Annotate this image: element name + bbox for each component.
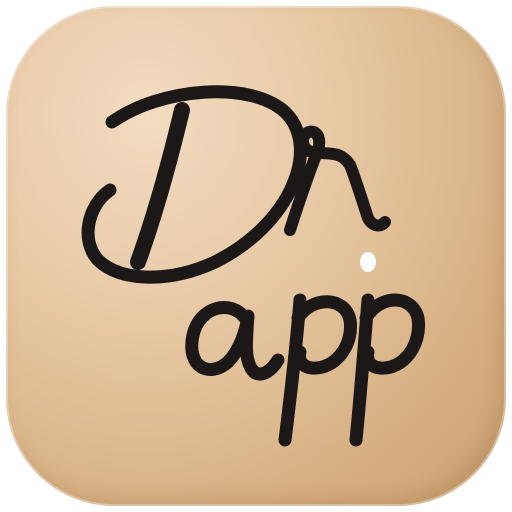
logo-dot (360, 252, 376, 272)
logo-a (185, 301, 285, 381)
logo-p1 (278, 293, 357, 447)
dr-app-logo (81, 85, 426, 447)
logo-d-bar (81, 85, 307, 284)
logo-d-stem (130, 102, 190, 270)
logo-r (284, 125, 391, 236)
logo-p2 (349, 293, 426, 447)
